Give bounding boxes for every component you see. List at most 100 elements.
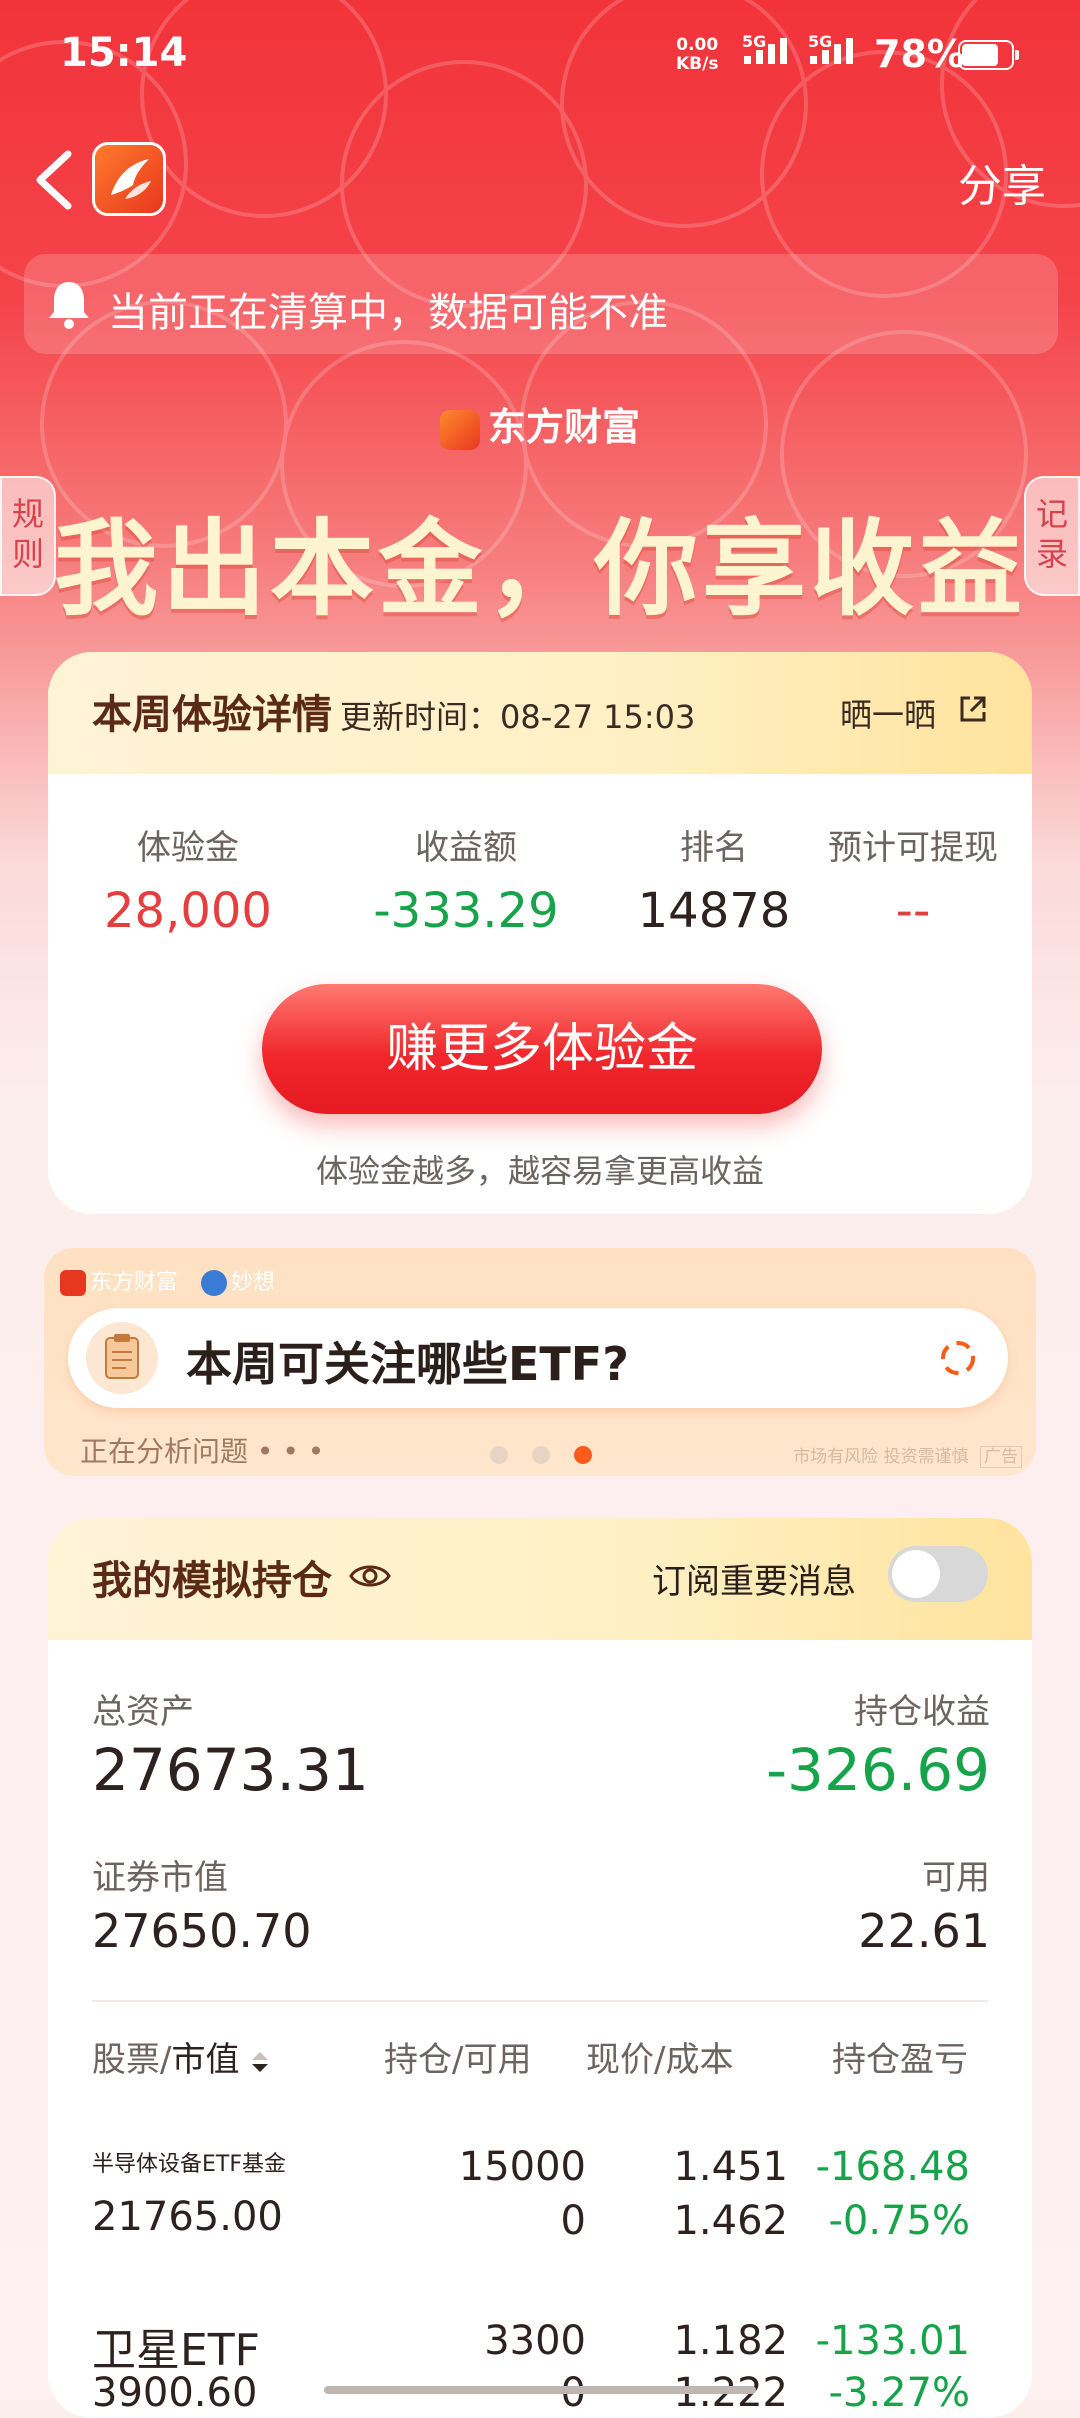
sim2-label: 5G bbox=[808, 32, 833, 51]
toggle-knob bbox=[892, 1550, 940, 1598]
loading-spinner-icon bbox=[941, 1341, 975, 1375]
carousel-dots bbox=[490, 1446, 592, 1464]
share-result-button[interactable]: 晒一晒 bbox=[840, 690, 936, 736]
carousel-dot[interactable] bbox=[490, 1446, 508, 1464]
header-fade bbox=[972, 2022, 1032, 2082]
stat-value: -- bbox=[895, 883, 931, 939]
analyzing-text: 正在分析问题 • • • bbox=[80, 1435, 325, 1468]
sim1-label: 5G bbox=[742, 32, 767, 51]
ai-ad-card[interactable]: 东方财富 妙想 本周可关注哪些ETF? 正在分析问题 • • • 市场有风险 投… bbox=[44, 1248, 1036, 1476]
carousel-dot[interactable] bbox=[532, 1446, 550, 1464]
carousel-dot-active[interactable] bbox=[574, 1446, 592, 1464]
bell-icon bbox=[49, 282, 89, 329]
stat-profit: 收益额 -333.29 bbox=[366, 820, 566, 939]
rules-tab-label: 规则 bbox=[11, 495, 44, 573]
sort-icon[interactable] bbox=[250, 2048, 270, 2076]
stock-name: 半导体设备ETF基金 bbox=[92, 2152, 286, 2177]
stat-withdrawable: 预计可提现 -- bbox=[800, 820, 1026, 939]
signal-icon-2: 5G bbox=[808, 32, 853, 64]
current-price: 1.451 bbox=[673, 2144, 788, 2190]
total-assets-label: 总资产 bbox=[92, 1692, 194, 1732]
brand-name: 东方财富 bbox=[487, 405, 640, 449]
total-assets-value: 27673.31 bbox=[92, 1736, 369, 1804]
external-share-icon[interactable] bbox=[958, 694, 988, 724]
stat-value: 14878 bbox=[637, 883, 791, 939]
pnl-percent: -3.27% bbox=[828, 2370, 970, 2416]
risk-text: 市场有风险 投资需谨慎 bbox=[793, 1447, 969, 1467]
subscribe-toggle[interactable] bbox=[888, 1546, 988, 1602]
available-label: 可用 bbox=[922, 1858, 990, 1898]
battery-percent: 78% bbox=[874, 32, 965, 76]
earn-tip: 体验金越多，越容易拿更高收益 bbox=[315, 1152, 764, 1190]
position-qty: 15000 bbox=[458, 2144, 586, 2190]
share-button[interactable]: 分享 bbox=[958, 150, 1046, 214]
stat-ranking: 排名 14878 bbox=[614, 820, 814, 939]
ad-tag: 广告 bbox=[980, 1446, 1022, 1468]
stat-label: 体验金 bbox=[137, 828, 239, 868]
home-indicator[interactable] bbox=[324, 2386, 756, 2394]
pnl-amount: -168.48 bbox=[815, 2144, 970, 2190]
rules-tab[interactable]: 规则 bbox=[0, 476, 56, 596]
update-time: 更新时间：08-27 15:03 bbox=[340, 698, 696, 736]
stat-label: 排名 bbox=[680, 828, 748, 868]
holding-pnl-value: -326.69 bbox=[766, 1736, 990, 1804]
back-arrow-icon[interactable] bbox=[30, 148, 80, 212]
ad-brand-1: 东方财富 bbox=[90, 1270, 179, 1295]
stat-value: -333.29 bbox=[373, 883, 559, 939]
signal-icon: 5G bbox=[742, 32, 787, 64]
stat-label: 预计可提现 bbox=[828, 828, 998, 868]
weekly-experience-card: 本周体验详情 更新时间：08-27 15:03 晒一晒 体验金 28,000 收… bbox=[48, 652, 1032, 1214]
column-header-pnl: 持仓盈亏 bbox=[832, 2040, 968, 2080]
stat-label: 收益额 bbox=[415, 828, 517, 868]
column-stock-label: 股票/ bbox=[92, 2040, 172, 2080]
portfolio-title: 我的模拟持仓 bbox=[92, 1558, 332, 1604]
network-speed-unit: KB/s bbox=[676, 54, 719, 74]
pnl-amount: -133.01 bbox=[815, 2318, 970, 2364]
stat-experience-fund: 体验金 28,000 bbox=[88, 820, 288, 939]
current-price: 1.182 bbox=[673, 2318, 788, 2364]
battery-icon bbox=[958, 40, 1019, 70]
miaoxiang-logo-icon bbox=[201, 1270, 228, 1296]
portfolio-card: 我的模拟持仓 订阅重要消息 总资产 27673.31 持仓收益 -326.69 … bbox=[48, 1518, 1032, 2418]
stock-value: 21765.00 bbox=[92, 2194, 283, 2240]
ad-brands: 东方财富 妙想 bbox=[60, 1264, 275, 1296]
notice-text: 当前正在清算中，数据可能不准 bbox=[108, 290, 668, 336]
app-logo-icon bbox=[92, 142, 166, 216]
column-header-price: 现价/成本 bbox=[586, 2040, 734, 2080]
ad-brand-2: 妙想 bbox=[231, 1270, 276, 1295]
network-speed-value: 0.00 bbox=[676, 35, 719, 55]
cost-price: 1.462 bbox=[673, 2198, 788, 2244]
earn-more-button[interactable]: 赚更多体验金 bbox=[262, 984, 822, 1114]
divider bbox=[92, 2000, 988, 2002]
available-value: 22.61 bbox=[858, 1904, 990, 1958]
records-tab-label: 记录 bbox=[1035, 495, 1068, 573]
ad-question-pill[interactable]: 本周可关注哪些ETF? bbox=[68, 1308, 1008, 1408]
stat-value: 28,000 bbox=[104, 883, 272, 939]
column-header-stock[interactable]: 股票/市值 bbox=[92, 2032, 270, 2081]
stock-value: 3900.60 bbox=[92, 2370, 258, 2416]
weekly-card-header: 本周体验详情 更新时间：08-27 15:03 晒一晒 bbox=[48, 652, 1032, 774]
available-qty: 0 bbox=[560, 2198, 586, 2244]
ad-question: 本周可关注哪些ETF? bbox=[186, 1337, 629, 1391]
clipboard-icon bbox=[86, 1322, 158, 1394]
risk-disclaimer: 市场有风险 投资需谨慎 广告 bbox=[793, 1442, 1022, 1468]
market-value: 27650.70 bbox=[92, 1904, 312, 1958]
eye-icon[interactable] bbox=[348, 1558, 392, 1594]
stock-name: 卫星ETF bbox=[92, 2325, 260, 2376]
portfolio-card-header: 我的模拟持仓 订阅重要消息 bbox=[48, 1518, 1032, 1640]
weekly-title: 本周体验详情 bbox=[92, 692, 332, 738]
clearing-notice: 当前正在清算中，数据可能不准 bbox=[24, 254, 1058, 354]
status-bar: 15:14 0.00 KB/s 5G 5G 78% bbox=[0, 0, 1080, 116]
market-value-label: 证券市值 bbox=[92, 1858, 228, 1898]
brand-logo-icon bbox=[60, 1270, 86, 1296]
brand-mini-icon bbox=[439, 409, 480, 450]
holding-pnl-label: 持仓收益 bbox=[854, 1692, 990, 1732]
slogan: 我出本金，你享收益 bbox=[53, 508, 1026, 630]
brand-logo: 东方财富 bbox=[0, 396, 1080, 451]
network-speed: 0.00 KB/s bbox=[676, 36, 718, 74]
status-time: 15:14 bbox=[60, 30, 188, 76]
subscribe-label: 订阅重要消息 bbox=[652, 1562, 856, 1602]
position-qty: 3300 bbox=[484, 2318, 586, 2364]
records-tab[interactable]: 记录 bbox=[1024, 476, 1080, 596]
pnl-percent: -0.75% bbox=[828, 2198, 970, 2244]
